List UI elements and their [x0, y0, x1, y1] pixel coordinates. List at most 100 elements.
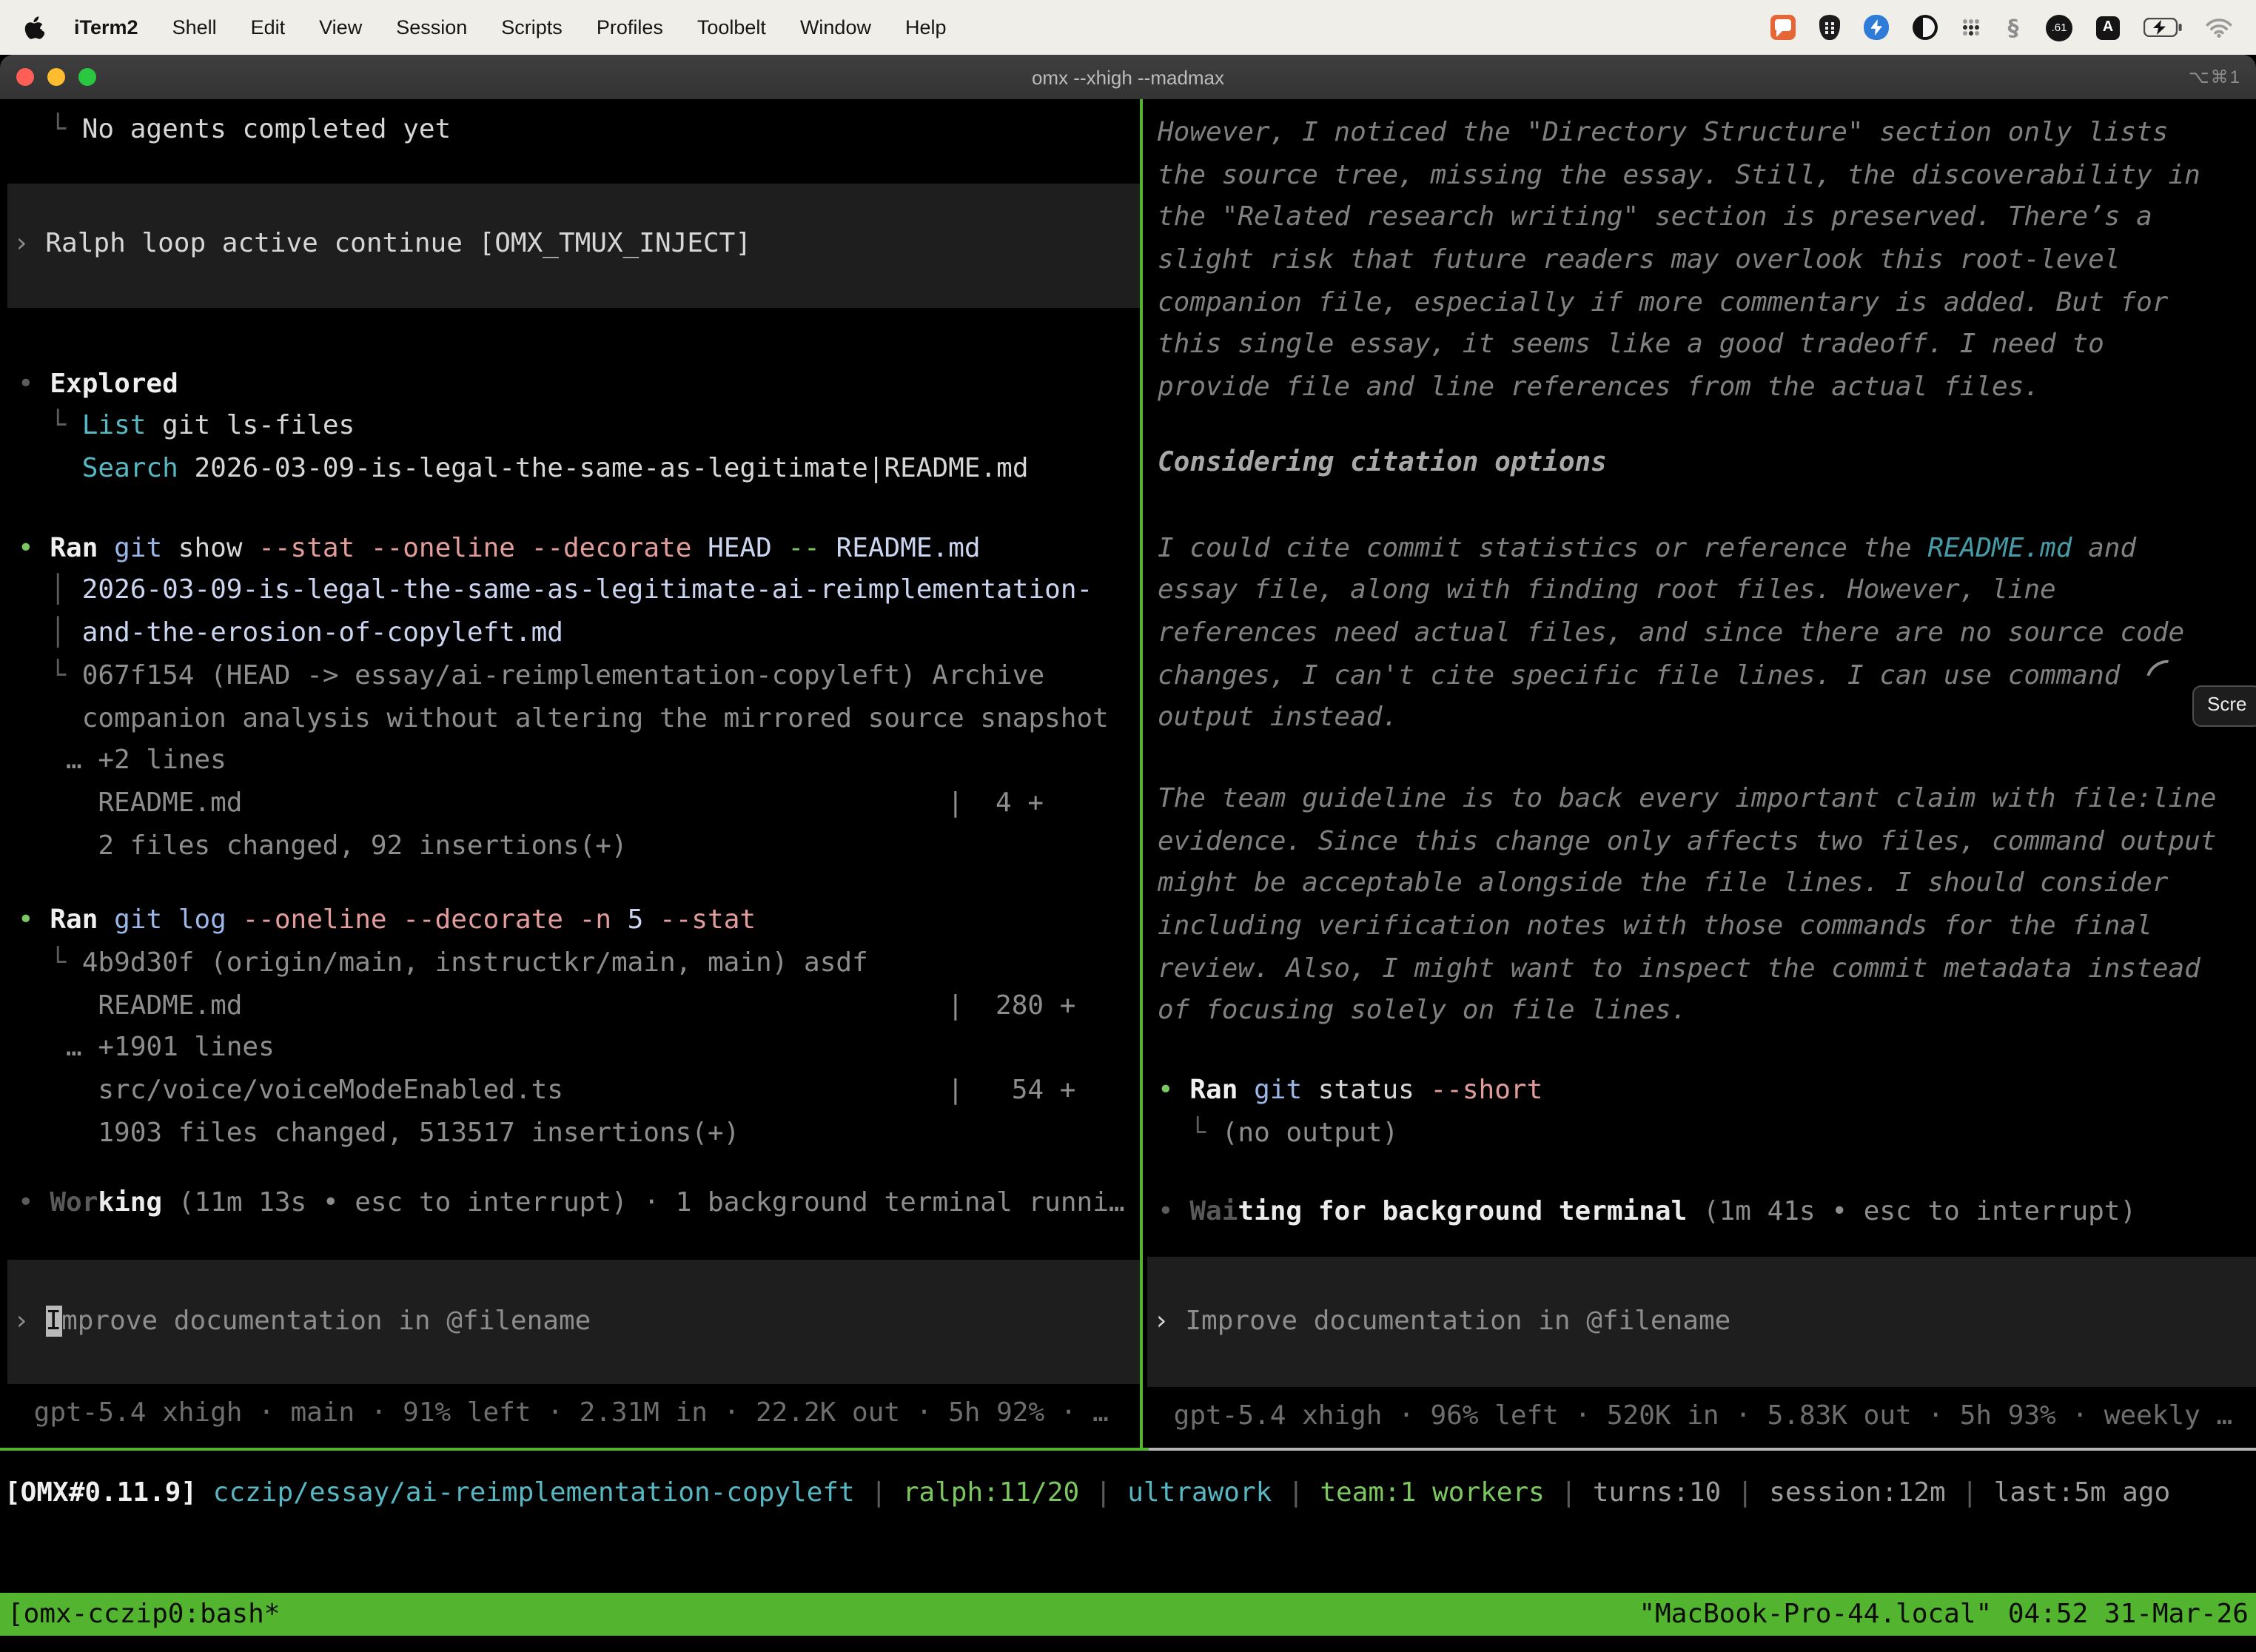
- terminal-line: • Working (11m 13s • esc to interrupt) ·…: [18, 1183, 1140, 1226]
- text-segment: turns:10: [1593, 1477, 1721, 1508]
- terminal-line: the source tree, missing the essay. Stil…: [1158, 155, 2256, 197]
- text-segment: (no output): [1222, 1118, 1398, 1149]
- terminal-line: └ No agents completed yet: [18, 110, 1140, 152]
- text-segment: … +1901 lines: [18, 1032, 275, 1064]
- terminal-line: might be acceptable alongside the file l…: [1158, 864, 2256, 906]
- menu-items: iTerm2 Shell Edit View Session Scripts Profile…: [74, 16, 947, 38]
- terminal-line: • Ran git log --oneline --decorate -n 5 …: [18, 901, 1140, 943]
- text-segment: git: [1254, 1075, 1302, 1106]
- menu-item-help[interactable]: Help: [905, 16, 947, 38]
- text-segment: references need actual files, and since …: [1158, 617, 2184, 648]
- text-segment: └: [18, 411, 82, 442]
- text-segment: team:1 workers: [1320, 1477, 1544, 1508]
- text-segment: output instead.: [1158, 702, 1398, 733]
- text-segment: including verification notes with those …: [1158, 910, 2152, 941]
- menu-item-edit[interactable]: Edit: [251, 16, 286, 38]
- text-segment: |: [1079, 1477, 1127, 1508]
- pane-divider: [1140, 99, 1143, 1448]
- pane-bottom-border-active: [0, 1448, 1149, 1451]
- text-segment: (11m 13s • esc to interrupt) · 1 backgro…: [162, 1188, 1124, 1219]
- text-segment: this single essay, it seems like a good …: [1158, 329, 2104, 360]
- spacer: [18, 868, 1140, 901]
- text-segment: … +2 lines: [18, 745, 226, 776]
- terminal-line: companion analysis without altering the …: [18, 698, 1140, 740]
- wifi-icon[interactable]: [2206, 17, 2232, 38]
- terminal-line: evidence. Since this change only affects…: [1158, 821, 2256, 863]
- squiggle-icon[interactable]: §: [2004, 14, 2022, 41]
- terminal-line: … +1901 lines: [18, 1028, 1140, 1070]
- terminal-line: Search 2026-03-09-is-legal-the-same-as-l…: [18, 449, 1140, 491]
- menu-bar-status-icons: § .61 A: [1770, 14, 2232, 41]
- text-segment: │: [18, 575, 82, 606]
- command-input[interactable]: › Improve documentation in @filename: [1147, 1257, 2256, 1387]
- tmux-session-label: [omx-cczip0:bash*: [7, 1599, 280, 1630]
- menu-bar: iTerm2 Shell Edit View Session Scripts Profile…: [0, 0, 2256, 55]
- text-segment: essay file, along with finding root file…: [1158, 574, 2056, 605]
- screen-share-tooltip: Scre: [2194, 687, 2256, 725]
- terminal-line: output instead.: [1158, 698, 2256, 740]
- text-segment: |: [1721, 1477, 1769, 1508]
- spark-icon[interactable]: [1864, 15, 1889, 40]
- menu-item-toolbelt[interactable]: Toolbelt: [697, 16, 766, 38]
- text-segment: |: [1272, 1477, 1320, 1508]
- menu-item-scripts[interactable]: Scripts: [501, 16, 563, 38]
- terminal-line: Considering citation options: [1158, 443, 2256, 485]
- text-segment: README.md: [18, 788, 242, 819]
- terminal-line: provide file and line references from th…: [1158, 367, 2256, 409]
- messages-icon[interactable]: [1770, 15, 1796, 40]
- command-input[interactable]: › Improve documentation in @filename: [7, 1260, 1140, 1384]
- menu-item-shell[interactable]: Shell: [172, 16, 217, 38]
- text-segment: | 280 +: [947, 990, 1075, 1021]
- window-shortcut-badge: ⌥⌘1: [2189, 67, 2241, 87]
- contrast-icon[interactable]: [1913, 15, 1938, 40]
- text-segment: src/voice/voiceModeEnabled.ts: [18, 1075, 563, 1106]
- tmux-pane-left[interactable]: └ No agents completed yet› Ralph loop ac…: [0, 99, 1140, 1448]
- terminal-line: └ 067f154 (HEAD -> essay/ai-reimplementa…: [18, 656, 1140, 698]
- text-segment: [197, 1477, 213, 1508]
- terminal-line: │ 2026-03-09-is-legal-the-same-as-legiti…: [18, 571, 1140, 613]
- text-segment: git: [114, 533, 162, 564]
- text-segment: Explored: [50, 368, 178, 399]
- apple-menu[interactable]: [24, 16, 44, 39]
- text-segment: Wor: [50, 1188, 98, 1219]
- spacer: [1158, 1033, 2256, 1070]
- menu-item-session[interactable]: Session: [396, 16, 467, 38]
- terminal-line: slight risk that future readers may over…: [1158, 240, 2256, 282]
- menu-item-view[interactable]: View: [319, 16, 362, 38]
- tmux-status-bar: [omx-cczip0:bash* "MacBook-Pro-44.local"…: [0, 1593, 2256, 1636]
- terminal-line: • Ran git show --stat --oneline --decora…: [18, 528, 1140, 571]
- text-segment: gpt-5.4 xhigh · main · 91% left · 2.31M …: [18, 1397, 1109, 1428]
- network-badge-icon[interactable]: .61: [2046, 14, 2072, 41]
- shield-grid-icon[interactable]: [1819, 15, 1840, 40]
- text-segment: | 54 +: [947, 1075, 1075, 1106]
- text-segment: last:5m ago: [1994, 1477, 2170, 1508]
- aligned-column: | 54 +: [947, 1070, 1075, 1112]
- terminal-line: • Ran git status --short: [1158, 1070, 2256, 1112]
- text-segment: Ran: [50, 905, 98, 936]
- text-segment: companion analysis without altering the …: [18, 702, 1109, 733]
- menu-item-profiles[interactable]: Profiles: [597, 16, 663, 38]
- text-segment: ›: [1153, 1306, 1185, 1337]
- text-segment: show: [162, 533, 258, 564]
- terminal-line: │ and-the-erosion-of-copyleft.md: [18, 613, 1140, 655]
- text-segment: |: [1545, 1477, 1593, 1508]
- terminal-line: └ 4b9d30f (origin/main, instructkr/main,…: [18, 943, 1140, 985]
- text-segment: [1238, 1075, 1254, 1106]
- tmux-host-clock: "MacBook-Pro-44.local" 04:52 31-Mar-26: [1639, 1599, 2249, 1630]
- text-segment: --stat --oneline --decorate: [258, 533, 691, 564]
- terminal-line: this single essay, it seems like a good …: [1158, 325, 2256, 367]
- tmux-pane-right[interactable]: However, I noticed the "Directory Struct…: [1143, 99, 2256, 1448]
- text-segment: Wai: [1189, 1197, 1238, 1228]
- text-segment: ›: [13, 1305, 45, 1336]
- menu-item-window[interactable]: Window: [800, 16, 871, 38]
- spacer: [18, 152, 1140, 183]
- dots-grid-icon[interactable]: [1961, 18, 1981, 37]
- battery-icon[interactable]: [2143, 18, 2182, 37]
- window-title-bar[interactable]: omx --xhigh --madmax ⌥⌘1: [0, 55, 2256, 99]
- menu-item-iterm2[interactable]: iTerm2: [74, 16, 138, 38]
- input-source-icon[interactable]: A: [2096, 16, 2120, 39]
- spacer: [18, 491, 1140, 528]
- text-segment: I: [45, 1305, 61, 1336]
- terminal-line: README.md| 4 +: [18, 783, 1140, 825]
- text-segment: Ran: [1189, 1075, 1238, 1106]
